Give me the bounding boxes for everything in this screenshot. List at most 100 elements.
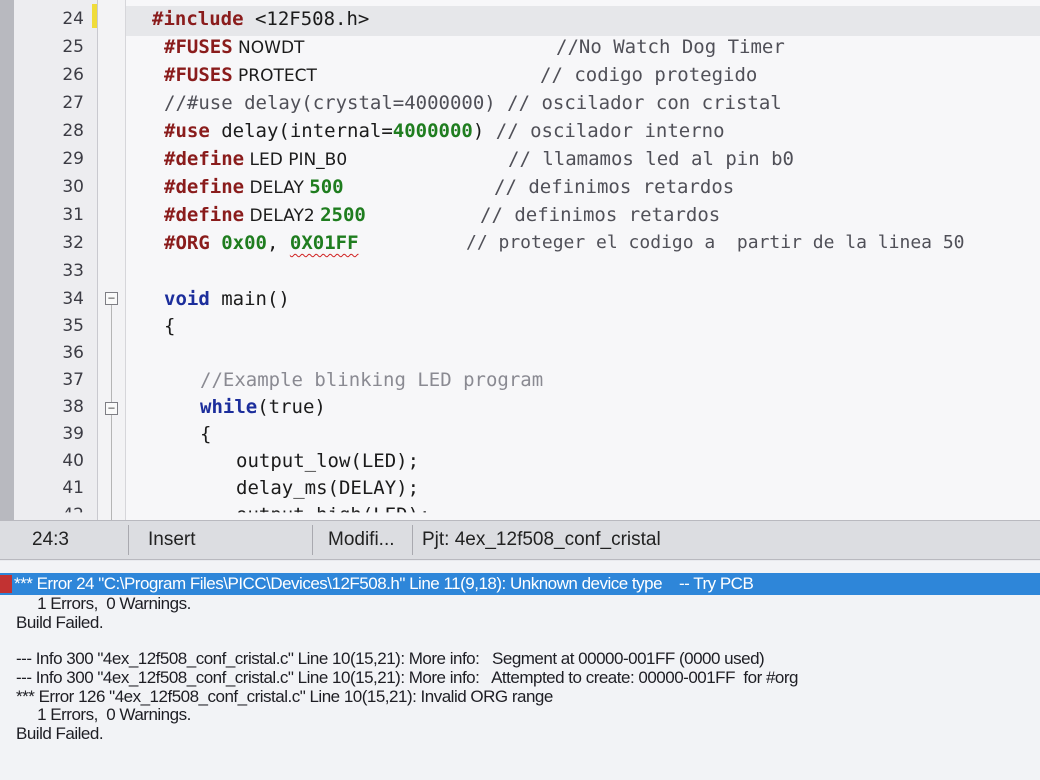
status-separator — [412, 525, 413, 555]
fold-collapse-icon[interactable]: − — [105, 292, 118, 305]
code-token: ) — [472, 120, 496, 142]
code-token: void — [164, 288, 210, 310]
code-token: 0x00 — [221, 232, 267, 254]
status-separator — [128, 525, 129, 555]
line-number: 32 — [62, 233, 84, 253]
code-token: DELAY — [244, 178, 310, 198]
code-token: output_high(LED); — [236, 504, 431, 520]
code-token: delay_ms(DELAY); — [236, 477, 420, 499]
code-editor[interactable]: 24 25 26 27 28 29 30 31 32 33 34 35 36 3… — [0, 0, 1040, 520]
code-token: LED PIN_B0 — [244, 150, 348, 170]
cursor-position: 24:3 — [32, 529, 69, 550]
output-line[interactable]: *** Error 126 "4ex_12f508_conf_cristal.c… — [16, 687, 553, 707]
code-token: main() — [209, 288, 290, 310]
code-token: 0X01FF — [289, 232, 359, 254]
insert-mode[interactable]: Insert — [148, 521, 196, 561]
code-line[interactable]: { — [200, 421, 211, 447]
error-marker-icon — [0, 575, 12, 593]
code-line[interactable]: #include <12F508.h> — [152, 6, 369, 32]
code-token: , — [266, 232, 290, 254]
code-token: //Example blinking LED program — [200, 369, 544, 391]
code-line[interactable]: #FUSES NOWDT — [164, 34, 304, 60]
code-line[interactable]: void main() — [164, 286, 290, 312]
code-token: 500 — [309, 176, 344, 198]
code-token: //#use delay(crystal=4000000) // oscilad… — [164, 92, 782, 114]
code-token: PROTECT — [232, 66, 317, 86]
code-token: #FUSES — [164, 64, 233, 86]
project-name: Pjt: 4ex_12f508_conf_cristal — [422, 529, 661, 550]
code-line[interactable]: while(true) — [200, 394, 326, 420]
line-number: 30 — [62, 177, 84, 197]
line-number: 39 — [62, 424, 84, 444]
code-token: <12F508.h> — [254, 8, 370, 30]
line-number: 29 — [62, 149, 84, 169]
line-number: 40 — [62, 451, 84, 471]
line-number: 24 — [62, 9, 84, 29]
code-line[interactable]: #define DELAY2 2500 — [164, 202, 366, 228]
code-comment: // llamamos led al pin b0 — [508, 148, 794, 170]
code-comment: // proteger el codigo a partir de la lin… — [466, 232, 965, 253]
code-comment: // codigo protegido — [540, 64, 758, 86]
status-bar: 24:3 Insert Modifi... Pjt: 4ex_12f508_co… — [0, 520, 1040, 560]
editor-left-edge — [0, 0, 14, 520]
code-line[interactable]: #define DELAY 500 — [164, 174, 344, 200]
output-line[interactable]: Build Failed. — [16, 613, 104, 633]
code-token: #define — [164, 204, 245, 226]
output-line[interactable]: --- Info 300 "4ex_12f508_conf_cristal.c"… — [16, 649, 765, 669]
output-line[interactable]: *** Error 24 "C:\Program Files\PICC\Devi… — [14, 574, 754, 594]
code-token: #define — [164, 176, 245, 198]
fold-collapse-icon[interactable]: − — [105, 402, 118, 415]
line-number: 34 — [62, 289, 84, 309]
output-line[interactable]: --- Info 300 "4ex_12f508_conf_cristal.c"… — [16, 668, 799, 688]
code-token: #define — [164, 148, 245, 170]
build-output-pane[interactable]: *** Error 24 "C:\Program Files\PICC\Devi… — [0, 561, 1040, 780]
code-token: 4000000 — [392, 120, 473, 142]
code-token: #FUSES — [164, 36, 233, 58]
code-token: while — [200, 396, 258, 418]
code-line[interactable]: #FUSES PROTECT — [164, 62, 317, 88]
output-line[interactable]: Build Failed. — [16, 724, 104, 744]
line-number: 26 — [62, 65, 84, 85]
line-number: 33 — [62, 261, 84, 281]
modified-indicator: Modifi... — [328, 529, 395, 550]
code-comment: //No Watch Dog Timer — [556, 36, 785, 58]
code-line[interactable]: #define LED PIN_B0 — [164, 146, 347, 172]
line-number: 38 — [62, 397, 84, 417]
current-line-marker — [92, 4, 97, 28]
code-token: output_low(LED); — [236, 450, 420, 472]
code-token: 2500 — [320, 204, 366, 226]
fold-margin — [98, 0, 126, 520]
code-comment: // definimos retardos — [480, 204, 721, 226]
code-token: // oscilador interno — [495, 120, 725, 142]
code-line[interactable]: #use delay(internal=4000000) // oscilado… — [164, 118, 725, 144]
line-number: 27 — [62, 93, 84, 113]
line-number: 28 — [62, 121, 84, 141]
code-line[interactable]: //#use delay(crystal=4000000) // oscilad… — [164, 90, 782, 116]
code-line[interactable]: #ORG 0x00, 0X01FF — [164, 230, 359, 256]
status-separator — [312, 525, 313, 555]
line-number: 37 — [62, 370, 84, 390]
code-line[interactable]: output_low(LED); — [236, 448, 419, 474]
code-token: #use — [164, 120, 210, 142]
code-token: DELAY2 — [244, 206, 321, 226]
code-token: delay(internal= — [209, 120, 393, 142]
output-line[interactable]: 1 Errors, 0 Warnings. — [16, 594, 191, 614]
code-line[interactable]: { — [164, 313, 175, 339]
line-number: 31 — [62, 205, 84, 225]
line-number: 36 — [62, 343, 84, 363]
code-line[interactable]: //Example blinking LED program — [200, 367, 543, 393]
code-token: (true) — [257, 396, 326, 418]
code-line[interactable]: output_high(LED); — [236, 502, 431, 520]
code-token: { — [200, 423, 212, 445]
output-line[interactable]: 1 Errors, 0 Warnings. — [16, 705, 191, 725]
line-number: 35 — [62, 316, 84, 336]
code-token: #include — [152, 8, 255, 30]
code-token: #ORG — [164, 232, 210, 254]
code-line[interactable]: delay_ms(DELAY); — [236, 475, 419, 501]
code-token: NOWDT — [232, 38, 305, 58]
line-number: 25 — [62, 37, 84, 57]
code-comment: // definimos retardos — [494, 176, 735, 198]
line-number: 41 — [62, 478, 84, 498]
code-token: { — [164, 315, 176, 337]
